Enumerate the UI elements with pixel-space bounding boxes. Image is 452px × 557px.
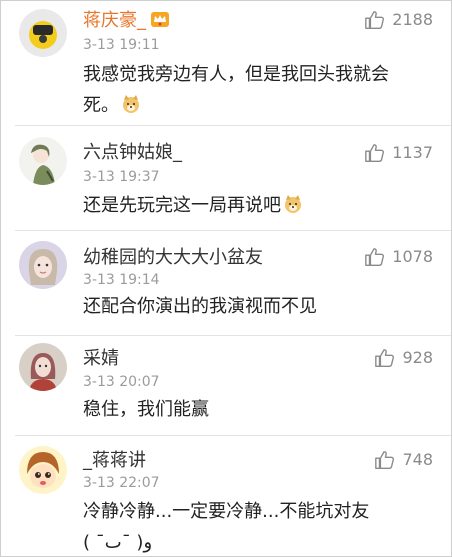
- timestamp: 3-13 19:11: [83, 37, 160, 53]
- comment-item: 蒋庆豪_ 3-13 19:11 2188 我感觉我旁边有人，但是我回头我就会 死…: [1, 1, 452, 125]
- comment-text: 我感觉我旁边有人，但是我回头我就会 死。: [83, 59, 435, 121]
- comment-text: 还是先玩完这一局再说吧: [83, 190, 435, 221]
- like-button[interactable]: 1078: [364, 246, 433, 268]
- like-count: 1078: [392, 247, 433, 266]
- avatar[interactable]: [19, 9, 67, 57]
- username[interactable]: 采婧: [83, 348, 119, 370]
- thumbs-up-icon: [365, 248, 385, 266]
- doge-emoji-icon: [285, 195, 301, 213]
- like-count: 748: [402, 450, 433, 469]
- thumbs-up-icon: [375, 451, 395, 469]
- timestamp: 3-13 19:37: [83, 169, 160, 185]
- avatar[interactable]: [19, 343, 67, 391]
- username-text: 蒋庆豪_: [83, 10, 146, 31]
- like-button[interactable]: 748: [374, 449, 433, 471]
- comment-line-text: 还是先玩完这一局再说吧: [83, 195, 281, 216]
- comment-line: ( ¯ٮ¯ )و: [83, 532, 153, 553]
- like-count: 2188: [392, 10, 433, 29]
- like-count: 1137: [392, 143, 433, 162]
- comment-item: 六点钟姑娘_ 3-13 19:37 1137 还是先玩完这一局再说吧: [1, 126, 452, 230]
- username[interactable]: 幼稚园的大大大小盆友: [83, 247, 263, 269]
- comment-item: 采婧 3-13 20:07 928 稳住，我们能赢: [1, 336, 452, 435]
- username[interactable]: 蒋庆豪_: [83, 10, 170, 32]
- crown-vip-icon: [151, 12, 169, 27]
- comment-line: 稳住，我们能赢: [83, 399, 209, 420]
- comment-line: 死。: [83, 90, 435, 121]
- like-button[interactable]: 2188: [364, 9, 433, 31]
- username[interactable]: 六点钟姑娘_: [83, 142, 182, 164]
- comment-line: 还配合你演出的我演视而不见: [83, 296, 317, 317]
- comment-line: 我感觉我旁边有人，但是我回头我就会: [83, 64, 389, 85]
- comment-text: 冷静冷静...一定要冷静...不能坑对友 ( ¯ٮ¯ )و: [83, 496, 435, 557]
- thumbs-up-icon: [365, 144, 385, 162]
- comment-line-text: 死。: [83, 95, 119, 116]
- avatar[interactable]: [19, 446, 67, 494]
- comment-line: 冷静冷静...一定要冷静...不能坑对友: [83, 501, 370, 522]
- comment-line: 还是先玩完这一局再说吧: [83, 190, 435, 221]
- avatar[interactable]: [19, 137, 67, 185]
- like-count: 928: [402, 348, 433, 367]
- doge-emoji-icon: [123, 95, 139, 113]
- avatar[interactable]: [19, 241, 67, 289]
- timestamp: 3-13 19:14: [83, 272, 160, 288]
- comment-text: 还配合你演出的我演视而不见: [83, 291, 435, 322]
- comment-item: _蒋蒋讲 3-13 22:07 748 冷静冷静...一定要冷静...不能坑对友…: [1, 436, 452, 557]
- comment-text: 稳住，我们能赢: [83, 394, 435, 425]
- like-button[interactable]: 928: [374, 347, 433, 369]
- timestamp: 3-13 22:07: [83, 475, 160, 491]
- comment-item: 幼稚园的大大大小盆友 3-13 19:14 1078 还配合你演出的我演视而不见: [1, 231, 452, 335]
- like-button[interactable]: 1137: [364, 142, 433, 164]
- comment-list: 蒋庆豪_ 3-13 19:11 2188 我感觉我旁边有人，但是我回头我就会 死…: [0, 0, 452, 557]
- timestamp: 3-13 20:07: [83, 374, 160, 390]
- thumbs-up-icon: [375, 349, 395, 367]
- thumbs-up-icon: [365, 11, 385, 29]
- username[interactable]: _蒋蒋讲: [83, 450, 146, 472]
